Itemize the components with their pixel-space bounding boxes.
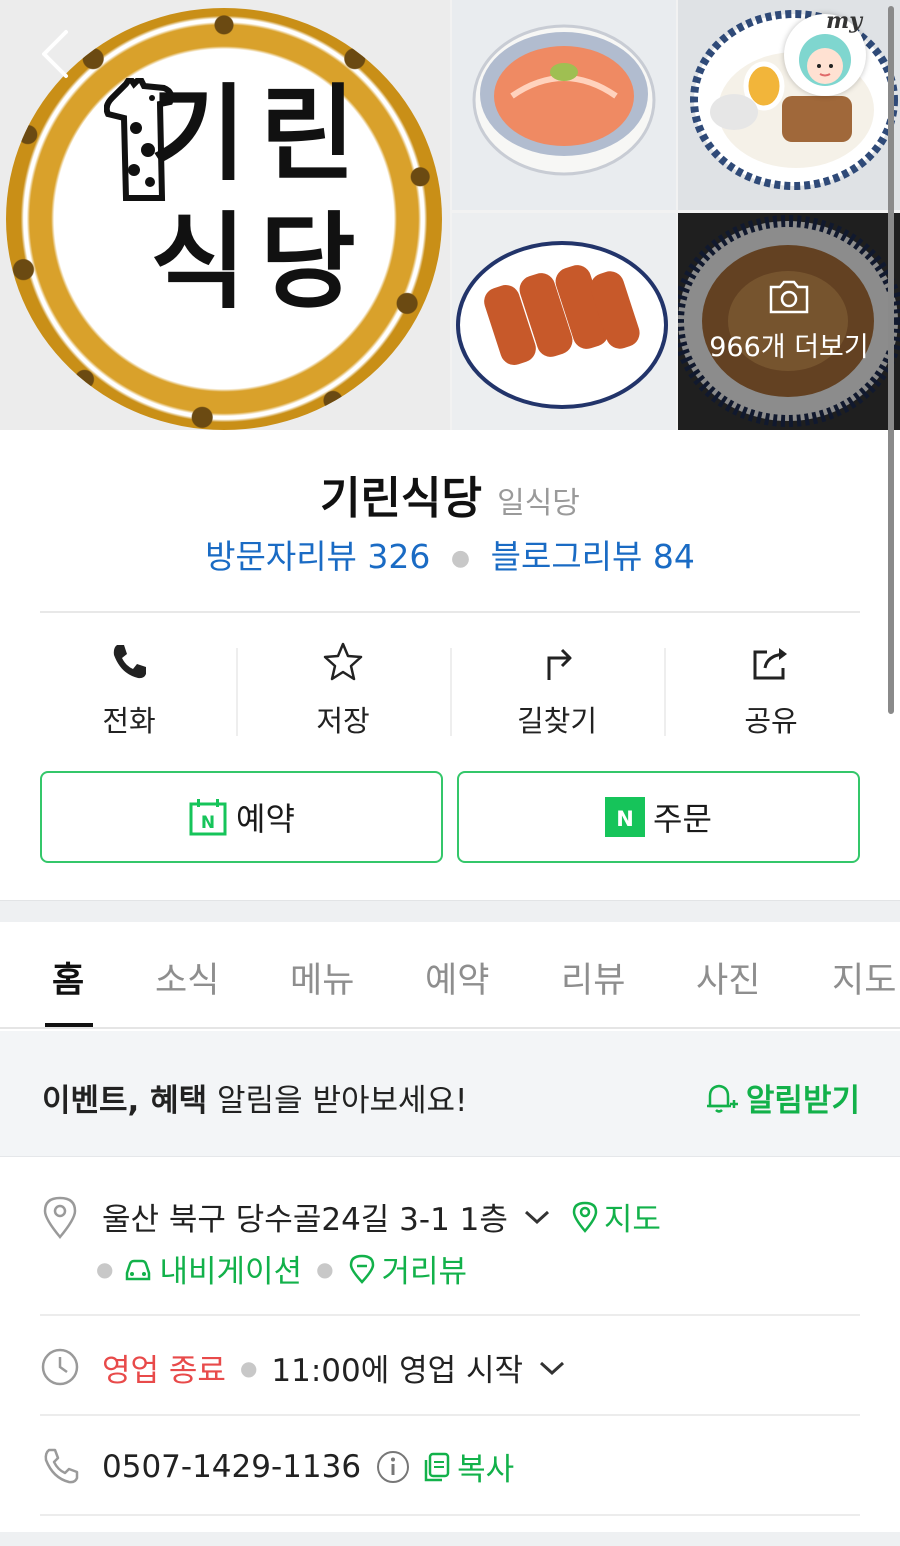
chevron-down-icon[interactable] [537,1358,567,1378]
divider [40,1314,860,1316]
order-button[interactable]: N 주문 [457,771,860,863]
phone-number[interactable]: 0507-1429-1136 [102,1449,361,1485]
directions-label: 길찾기 [516,704,598,738]
share-button[interactable]: 공유 [664,640,878,740]
navigation-link[interactable]: 내비게이션 [123,1246,302,1291]
address-row: 울산 북구 당수골24길 3-1 1층 지도 [102,1194,661,1239]
address-text[interactable]: 울산 북구 당수골24길 3-1 1층 [102,1194,508,1239]
tab-bar: 홈 소식 메뉴 예약 리뷰 사진 지도 [0,922,900,1029]
more-photos-tile[interactable]: 966개 더보기 [678,213,900,430]
my-profile-button[interactable]: my [784,8,866,96]
info-icon[interactable] [375,1449,411,1485]
notification-bold: 이벤트, 혜택 [42,1083,208,1119]
back-button[interactable] [36,28,76,80]
place-category: 일식당 [497,486,580,521]
clock-icon [41,1348,79,1386]
naver-n-icon: N [605,797,646,837]
notification-rest: 알림을 받아보세요! [207,1083,468,1119]
chevron-left-icon [42,30,68,78]
scrollbar[interactable] [888,6,894,714]
active-tab-indicator [45,1023,93,1027]
location-pin-icon [43,1196,77,1239]
save-label: 저장 [316,704,370,738]
bottom-shade [0,1532,900,1546]
directions-button[interactable]: 길찾기 [450,640,664,740]
tab-reservation[interactable]: 예약 [425,952,489,1003]
separator-dot: ● [450,546,471,571]
subscribe-alert-button[interactable]: 알림받기 [702,1075,860,1120]
svg-text:N: N [616,807,634,831]
tab-map[interactable]: 지도 [832,952,896,1003]
copy-phone-button[interactable]: 복사 [423,1444,514,1489]
phone-outline-icon [44,1448,79,1484]
phone-icon [113,645,146,679]
photo-count-label: 966개 더보기 [709,332,869,363]
quick-actions: 전화 저장 길찾기 공유 [22,640,878,740]
share-icon [753,648,787,680]
blog-reviews-link[interactable]: 블로그리뷰 84 [491,537,695,576]
next-opening: 11:00에 영업 시작 [271,1353,524,1389]
separator-dot: ● [239,1355,258,1380]
divider [40,611,860,613]
food-photo-salmon-bowl[interactable] [452,0,676,210]
share-label: 공유 [744,704,798,738]
notification-message: 이벤트, 혜택 알림을 받아보세요! [42,1075,467,1120]
chevron-down-icon[interactable] [522,1207,552,1227]
copy-label: 복사 [457,1452,515,1488]
tab-reviews[interactable]: 리뷰 [561,952,625,1003]
reserve-label: 예약 [236,800,295,838]
reserve-button[interactable]: N 예약 [40,771,443,863]
review-summary: 방문자리뷰 326 ● 블로그리뷰 84 [0,530,900,578]
address-links-row: ● 내비게이션 ● 거리뷰 [96,1246,467,1291]
map-link-label: 지도 [603,1202,661,1238]
reserve-order-row: N 예약 N 주문 [40,771,860,863]
camera-icon [769,280,809,314]
naver-calendar-icon: N [189,799,227,836]
my-label: my [826,8,863,34]
copy-icon [424,1452,450,1481]
notification-banner: 이벤트, 혜택 알림을 받아보세요! 알림받기 [0,1031,900,1157]
photo-header: 기린 식당 966개 더보기 my [0,0,900,430]
street-view-icon [349,1254,374,1284]
separator-dot: ● [316,1256,334,1281]
navigation-label: 내비게이션 [159,1254,303,1290]
logo-text: 기린 식당 [150,73,370,323]
order-label: 주문 [653,800,712,838]
food-photo-rolls[interactable] [452,213,676,430]
directions-icon [547,648,572,680]
place-title-row: 기린식당 일식당 [0,462,900,526]
car-icon [126,1259,151,1280]
call-label: 전화 [102,704,156,738]
tab-menu[interactable]: 메뉴 [290,952,354,1003]
business-status: 영업 종료 [102,1353,226,1389]
place-name: 기린식당 [320,473,482,524]
section-gap [0,900,900,922]
divider [40,1514,860,1516]
hours-row[interactable]: 영업 종료 ● 11:00에 영업 시작 [102,1345,567,1390]
map-link[interactable]: 지도 [572,1194,661,1239]
visitor-reviews-link[interactable]: 방문자리뷰 326 [205,537,430,576]
save-button[interactable]: 저장 [236,640,450,740]
map-pin-icon [572,1201,598,1233]
tab-home[interactable]: 홈 [52,952,84,1003]
street-view-link[interactable]: 거리뷰 [348,1246,468,1291]
subscribe-alert-label: 알림받기 [745,1083,860,1119]
star-icon [323,642,363,681]
more-photos-overlay: 966개 더보기 [678,213,900,430]
tab-news[interactable]: 소식 [155,952,219,1003]
street-view-label: 거리뷰 [381,1254,468,1290]
bell-plus-icon [706,1084,738,1113]
divider [40,1414,860,1416]
separator-dot: ● [96,1256,114,1281]
tab-photos[interactable]: 사진 [696,952,760,1003]
svg-text:N: N [201,813,215,833]
call-button[interactable]: 전화 [22,640,236,740]
phone-row: 0507-1429-1136 복사 [102,1444,514,1489]
